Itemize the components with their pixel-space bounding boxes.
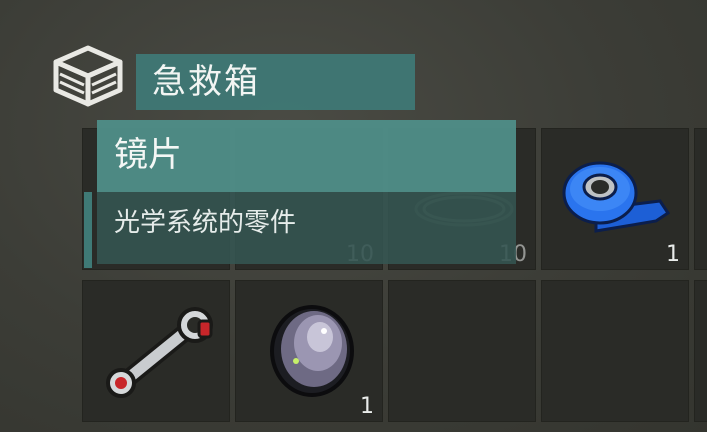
tooltip-accent-bar	[84, 192, 92, 268]
inventory-slot-edge[interactable]	[694, 280, 707, 422]
inventory-slot-6[interactable]: 1	[235, 280, 383, 422]
inventory-slot-7[interactable]	[388, 280, 536, 422]
storage-box-icon	[53, 45, 123, 107]
inventory-slot-edge[interactable]	[694, 128, 707, 270]
item-count: 1	[360, 394, 374, 419]
container-title: 急救箱	[152, 62, 260, 102]
inventory-slot-4[interactable]: 1	[541, 128, 689, 270]
tooltip-item-description: 光学系统的零件	[114, 208, 297, 238]
connecting-rod-icon	[106, 307, 213, 398]
inventory-slot-5[interactable]	[82, 280, 230, 422]
item-count: 1	[666, 242, 680, 267]
inventory-slot-8[interactable]	[541, 280, 689, 422]
duct-tape-icon	[562, 161, 671, 233]
tooltip-item-name: 镜片	[114, 135, 182, 175]
lens-icon	[270, 305, 354, 397]
